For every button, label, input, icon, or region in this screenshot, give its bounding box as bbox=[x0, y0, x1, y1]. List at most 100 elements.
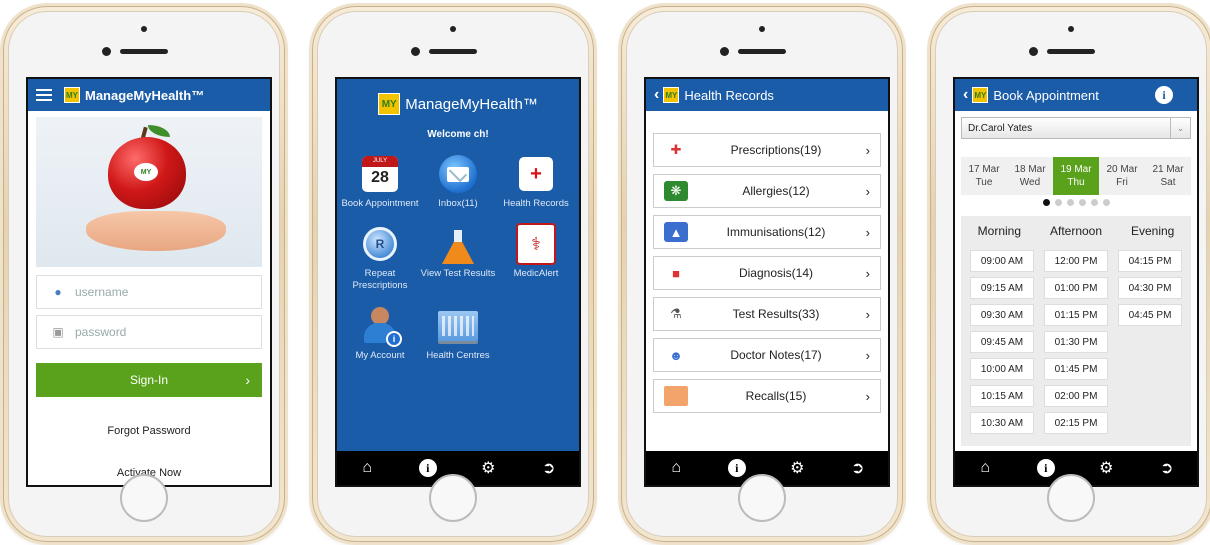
tile-label: Health Centres bbox=[426, 350, 490, 361]
username-field[interactable]: ● username bbox=[36, 275, 262, 309]
camera-dot bbox=[720, 47, 729, 56]
speaker-grille bbox=[120, 49, 168, 54]
speaker-grille bbox=[429, 49, 477, 54]
page-dot[interactable] bbox=[1102, 199, 1110, 206]
settings-icon[interactable]: ⚙ bbox=[477, 457, 499, 479]
signin-button[interactable]: Sign-In › bbox=[36, 363, 262, 397]
signin-label: Sign-In bbox=[129, 373, 169, 387]
record-diagnosis[interactable]: ■ Diagnosis(14) › bbox=[653, 256, 881, 290]
page-dot[interactable] bbox=[1054, 199, 1062, 206]
record-allergies[interactable]: ❋ Allergies(12) › bbox=[653, 174, 881, 208]
time-slot[interactable]: 12:00 PM bbox=[1044, 250, 1108, 272]
info-icon[interactable]: i bbox=[726, 457, 748, 479]
login-screen: MY ManageMyHealth™ MY ● username ▣ passw… bbox=[26, 77, 272, 487]
forgot-password-link[interactable]: Forgot Password bbox=[28, 425, 270, 437]
password-field[interactable]: ▣ password bbox=[36, 315, 262, 349]
time-slot[interactable]: 09:00 AM bbox=[970, 250, 1034, 272]
hero-image: MY bbox=[36, 117, 262, 267]
phone-body: MY ManageMyHealth™ Welcome ch! JULY 28 Bo… bbox=[318, 12, 588, 536]
back-icon[interactable]: ‹ bbox=[654, 86, 659, 104]
tile-book-appointment[interactable]: JULY 28 Book Appointment bbox=[341, 154, 419, 210]
time-slot[interactable]: 04:15 PM bbox=[1118, 250, 1182, 272]
username-placeholder: username bbox=[75, 285, 129, 299]
logout-icon[interactable]: ➲ bbox=[1156, 457, 1178, 479]
flask-icon bbox=[442, 230, 474, 264]
welcome-text: Welcome ch! bbox=[427, 129, 489, 140]
date-option[interactable]: 18 Mar Wed bbox=[1007, 157, 1053, 195]
date-option-selected[interactable]: 19 Mar Thu bbox=[1053, 157, 1099, 195]
phone-login: MY ManageMyHealth™ MY ● username ▣ passw… bbox=[3, 6, 285, 542]
time-slot[interactable]: 01:45 PM bbox=[1044, 358, 1108, 380]
app-title: ManageMyHealth™ bbox=[85, 87, 205, 103]
time-slot[interactable]: 02:15 PM bbox=[1044, 412, 1108, 434]
medical-kit-icon: + bbox=[519, 157, 553, 191]
doctor-select[interactable]: Dr.Carol Yates ⌄ bbox=[961, 117, 1191, 139]
record-prescriptions[interactable]: ✚ Prescriptions(19) › bbox=[653, 133, 881, 167]
recall-icon bbox=[664, 386, 688, 406]
time-slot[interactable]: 04:45 PM bbox=[1118, 304, 1182, 326]
page-dot[interactable] bbox=[1042, 199, 1050, 206]
tile-label: Health Records bbox=[503, 198, 569, 209]
time-slot[interactable]: 09:30 AM bbox=[970, 304, 1034, 326]
home-button[interactable] bbox=[738, 474, 786, 522]
immunisation-icon: ▲ bbox=[664, 222, 688, 242]
page-indicator bbox=[955, 199, 1197, 206]
chevron-right-icon: › bbox=[865, 142, 870, 158]
settings-icon[interactable]: ⚙ bbox=[1095, 457, 1117, 479]
brand-logo: MY bbox=[663, 87, 680, 103]
phone-body: MY ManageMyHealth™ MY ● username ▣ passw… bbox=[9, 12, 279, 536]
time-slot[interactable]: 10:30 AM bbox=[970, 412, 1034, 434]
evening-slots: 04:15 PM 04:30 PM 04:45 PM bbox=[1118, 250, 1182, 439]
record-immunisations[interactable]: ▲ Immunisations(12) › bbox=[653, 215, 881, 249]
time-slot[interactable]: 01:30 PM bbox=[1044, 331, 1108, 353]
record-doctor-notes[interactable]: ☻ Doctor Notes(17) › bbox=[653, 338, 881, 372]
page-dot[interactable] bbox=[1090, 199, 1098, 206]
tile-repeat-prescriptions[interactable]: R Repeat Prescriptions bbox=[341, 224, 419, 292]
home-icon[interactable]: ⌂ bbox=[974, 457, 996, 479]
info-icon[interactable]: i bbox=[1035, 457, 1057, 479]
time-slot[interactable]: 10:15 AM bbox=[970, 385, 1034, 407]
logout-icon[interactable]: ➲ bbox=[538, 457, 560, 479]
tile-medicalert[interactable]: ⚕ MedicAlert bbox=[497, 223, 575, 292]
time-slot[interactable]: 10:00 AM bbox=[970, 358, 1034, 380]
building-icon bbox=[438, 311, 478, 341]
tile-health-centres[interactable]: Health Centres bbox=[419, 306, 497, 362]
time-slot[interactable]: 09:45 AM bbox=[970, 331, 1034, 353]
settings-icon[interactable]: ⚙ bbox=[786, 457, 808, 479]
time-slot[interactable]: 02:00 PM bbox=[1044, 385, 1108, 407]
health-records-screen: ‹ MY Health Records ✚ Prescriptions(19) … bbox=[644, 77, 890, 487]
time-slot[interactable]: 04:30 PM bbox=[1118, 277, 1182, 299]
time-slot[interactable]: 01:15 PM bbox=[1044, 304, 1108, 326]
column-evening: Evening bbox=[1130, 224, 1175, 238]
home-button[interactable] bbox=[120, 474, 168, 522]
home-icon[interactable]: ⌂ bbox=[665, 457, 687, 479]
tile-health-records[interactable]: + Health Records bbox=[497, 154, 575, 210]
info-icon[interactable]: i bbox=[417, 457, 439, 479]
doctors-icon: ☻ bbox=[669, 347, 683, 363]
date-option[interactable]: 17 Mar Tue bbox=[961, 157, 1007, 195]
info-icon[interactable]: i bbox=[1155, 86, 1173, 104]
password-placeholder: password bbox=[75, 325, 127, 339]
phone-body: ‹ MY Book Appointment i Dr.Carol Yates ⌄… bbox=[936, 12, 1206, 536]
page-dot[interactable] bbox=[1066, 199, 1074, 206]
tile-view-test-results[interactable]: View Test Results bbox=[419, 224, 497, 292]
tile-my-account[interactable]: i My Account bbox=[341, 306, 419, 362]
time-slot[interactable]: 01:00 PM bbox=[1044, 277, 1108, 299]
home-button[interactable] bbox=[1047, 474, 1095, 522]
home-button[interactable] bbox=[429, 474, 477, 522]
page-dot[interactable] bbox=[1078, 199, 1086, 206]
tile-inbox[interactable]: Inbox(11) bbox=[419, 154, 497, 210]
menu-icon[interactable] bbox=[36, 86, 52, 104]
logout-icon[interactable]: ➲ bbox=[847, 457, 869, 479]
diagnosis-icon: ■ bbox=[672, 265, 680, 281]
time-slot[interactable]: 09:15 AM bbox=[970, 277, 1034, 299]
record-test-results[interactable]: ⚗ Test Results(33) › bbox=[653, 297, 881, 331]
date-option[interactable]: 21 Mar Sat bbox=[1145, 157, 1191, 195]
date-option[interactable]: 20 Mar Fri bbox=[1099, 157, 1145, 195]
back-icon[interactable]: ‹ bbox=[963, 86, 968, 104]
records-list: ✚ Prescriptions(19) › ❋ Allergies(12) › … bbox=[646, 111, 888, 413]
chevron-right-icon: › bbox=[865, 265, 870, 281]
chevron-right-icon: › bbox=[245, 372, 250, 388]
home-icon[interactable]: ⌂ bbox=[356, 457, 378, 479]
record-recalls[interactable]: Recalls(15) › bbox=[653, 379, 881, 413]
